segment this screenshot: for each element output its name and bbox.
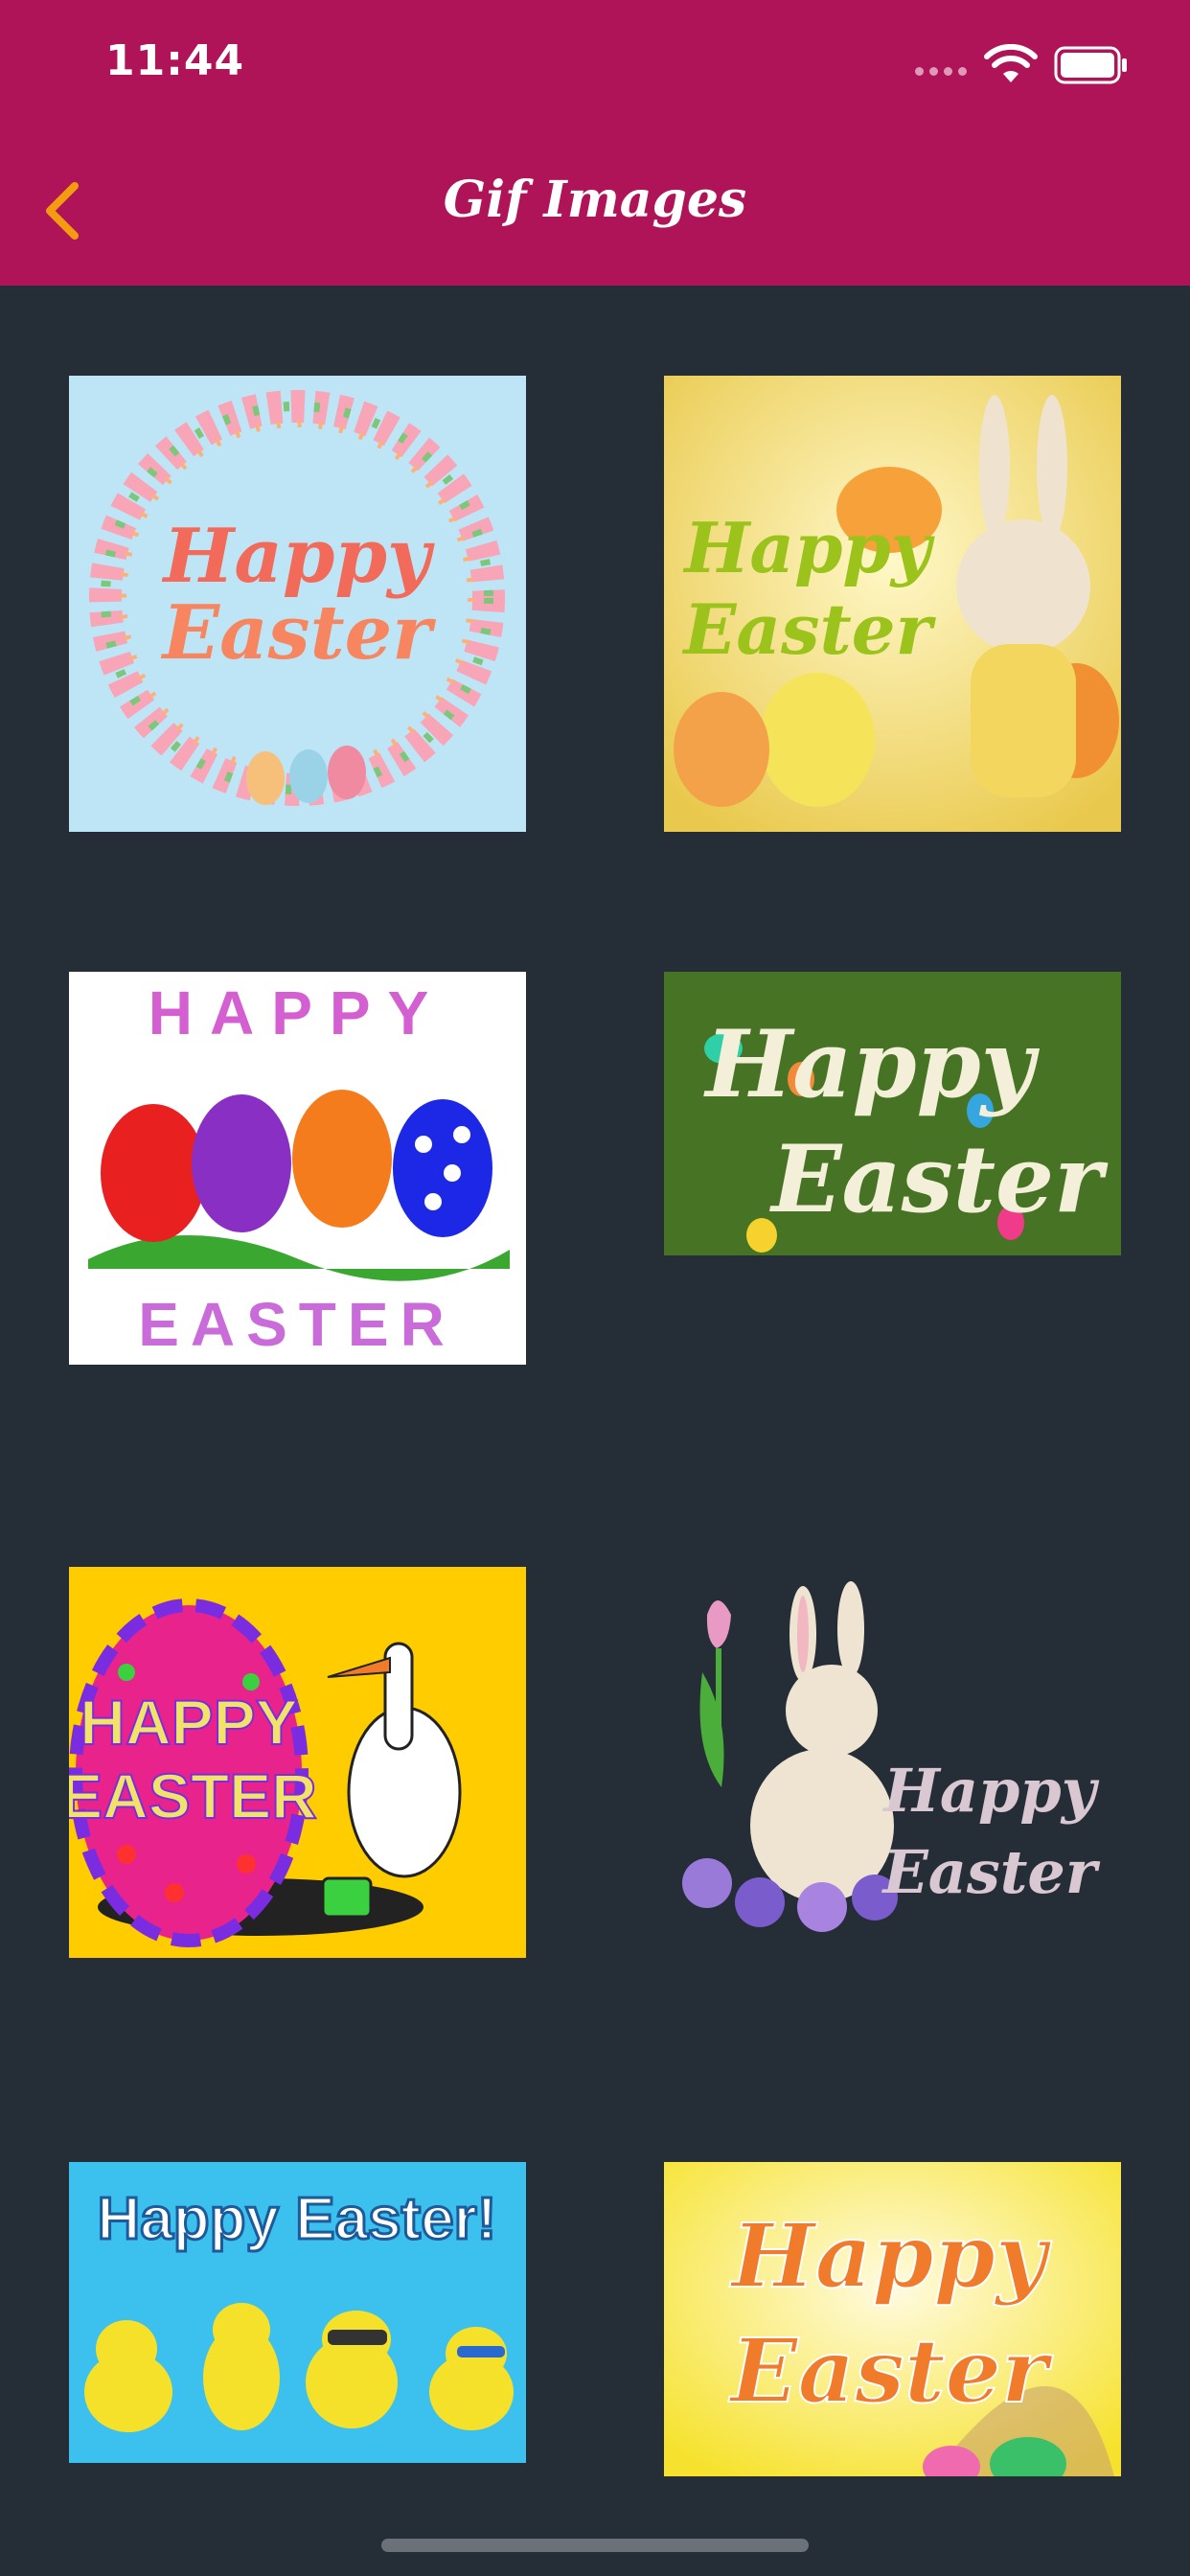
svg-text:Happy: Happy <box>682 507 934 588</box>
svg-text:Happy: Happy <box>703 1010 1041 1118</box>
svg-text:Easter: Easter <box>881 1837 1100 1907</box>
tile-caption-top: HAPPY <box>149 978 446 1047</box>
cellular-signal-icon <box>915 67 967 76</box>
status-time: 11:44 <box>105 36 245 85</box>
gif-tile-egg-faces[interactable]: HAPPY EASTER <box>69 972 526 1365</box>
page-title: Gif Images <box>443 171 747 229</box>
svg-text:Easter: Easter <box>681 588 936 670</box>
wifi-icon <box>984 44 1038 82</box>
tile-caption-top: HAPPY <box>80 1687 297 1758</box>
svg-text:Easter: Easter <box>768 1125 1109 1233</box>
gif-tile-wreath[interactable]: Happy Easter <box>69 376 526 832</box>
tile-caption-bottom: EASTER <box>69 1760 317 1831</box>
status-bar: 11:44 <box>0 0 1190 134</box>
gif-tile-glow[interactable]: Happy Easter <box>664 2162 1121 2476</box>
gif-tile-chicks[interactable]: Happy Easter! <box>69 2162 526 2463</box>
gif-tile-goose-painting[interactable]: HAPPY EASTER <box>69 1567 526 1958</box>
navigation-bar: Gif Images <box>0 134 1190 286</box>
gif-tile-grass[interactable]: Happy Easter <box>664 972 1121 1255</box>
svg-text:Happy: Happy <box>881 1756 1099 1826</box>
svg-text:Easter: Easter <box>727 2319 1054 2423</box>
home-indicator[interactable] <box>381 2539 809 2552</box>
svg-text:Happy: Happy <box>162 513 435 600</box>
svg-text:Easter: Easter <box>161 589 437 677</box>
gif-tile-bunny-tulip[interactable]: Happy Easter <box>664 1567 1121 1973</box>
gif-tile-bunny[interactable]: Happy Easter <box>664 376 1121 832</box>
battery-icon <box>1054 46 1127 84</box>
svg-text:Happy: Happy <box>729 2204 1052 2308</box>
tile-caption: Happy Easter! <box>98 2186 497 2252</box>
tile-caption-bottom: EASTER <box>138 1290 456 1359</box>
